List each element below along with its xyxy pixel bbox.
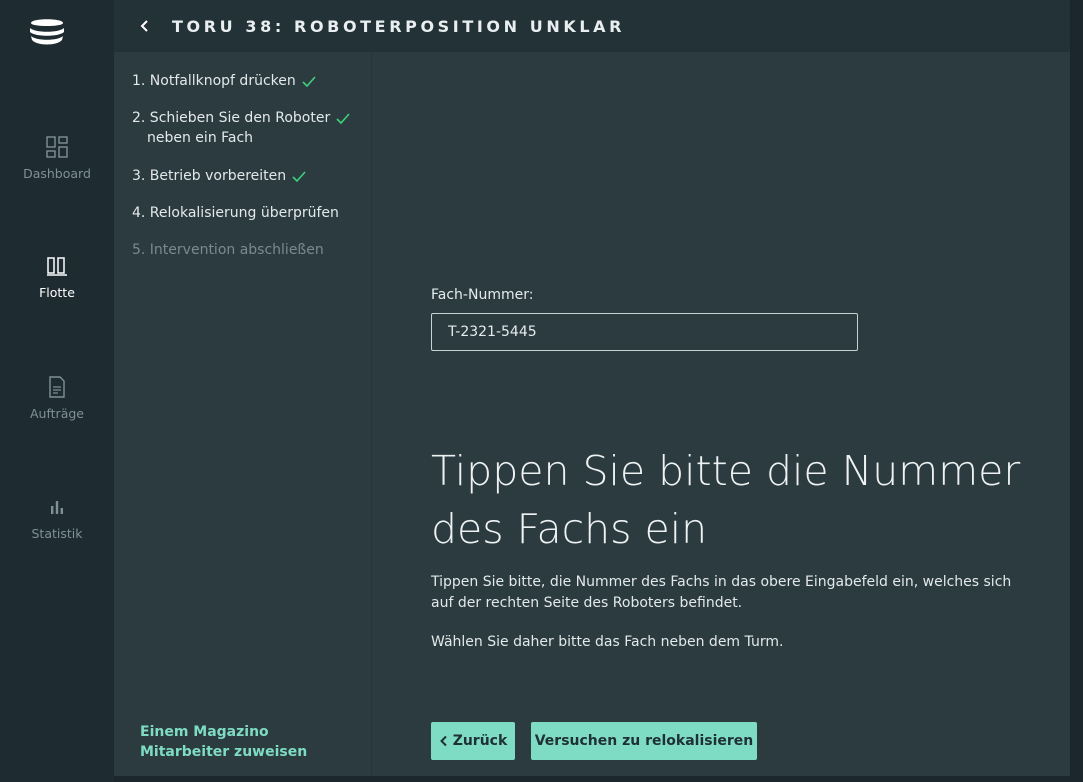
relocalize-button[interactable]: Versuchen zu relokalisieren — [531, 722, 757, 760]
window-edge — [1070, 0, 1083, 782]
assign-employee-link[interactable]: Einem Magazino Mitarbeiter zuweisen — [140, 722, 360, 762]
dashboard-icon — [46, 136, 68, 158]
nav-label-dashboard: Dashboard — [23, 166, 91, 181]
fach-number-input[interactable] — [431, 313, 858, 351]
step-label-line2: neben ein Fach — [147, 130, 254, 146]
main-content: Fach-Nummer: Tippen Sie bitte die Nummer… — [372, 52, 1070, 776]
bar-chart-icon — [51, 501, 63, 514]
step-label-line1: 2. Schieben Sie den Roboter — [132, 110, 331, 126]
instruction-hint: Wählen Sie daher bitte das Fach neben de… — [431, 634, 784, 650]
step-label: 5. Intervention abschließen — [132, 242, 324, 258]
nav-item-auftraege[interactable]: Aufträge — [0, 376, 114, 421]
fleet-icon — [47, 257, 67, 276]
step-label: 3. Betrieb vorbereiten — [132, 168, 287, 184]
step-label: 1. Notfallknopf drücken — [132, 73, 296, 89]
nav-item-statistik[interactable]: Statistik — [0, 496, 114, 541]
step-3: 3. Betrieb vorbereiten — [132, 166, 364, 186]
instruction-text: Tippen Sie bitte, die Nummer des Fachs i… — [431, 574, 1012, 611]
nav-rail: Dashboard Flotte Aufträge Statistik — [0, 0, 114, 782]
step-5: 5. Intervention abschließen — [132, 240, 364, 260]
checkmark-icon — [336, 113, 350, 124]
checkmark-icon — [302, 76, 316, 87]
chevron-left-icon — [439, 735, 447, 747]
back-button-label: Zurück — [452, 733, 508, 749]
magazino-logo-icon[interactable] — [27, 14, 67, 50]
nav-label-auftraege: Aufträge — [30, 406, 84, 421]
instruction-headline: Tippen Sie bitte die Nummer des Fachs ei… — [431, 447, 1021, 553]
step-2: 2. Schieben Sie den Roboter neben ein Fa… — [132, 108, 364, 148]
nav-label-statistik: Statistik — [31, 526, 83, 541]
nav-item-flotte[interactable]: Flotte — [0, 255, 114, 300]
nav-item-dashboard[interactable]: Dashboard — [0, 136, 114, 181]
window-edge — [114, 776, 1083, 782]
chevron-left-icon[interactable] — [138, 19, 152, 33]
document-icon — [49, 376, 65, 398]
app-window: Dashboard Flotte Aufträge Statistik TORU… — [0, 0, 1083, 782]
back-button[interactable]: Zurück — [431, 722, 515, 760]
page-header: TORU 38: ROBOTERPOSITION UNKLAR — [114, 0, 1070, 52]
fach-number-label: Fach-Nummer: — [431, 287, 534, 303]
step-4: 4. Relokalisierung überprüfen — [132, 203, 364, 223]
page-title: TORU 38: ROBOTERPOSITION UNKLAR — [172, 16, 626, 36]
nav-label-flotte: Flotte — [39, 285, 75, 300]
checkmark-icon — [292, 171, 306, 182]
steps-panel: 1. Notfallknopf drücken 2. Schieben Sie … — [114, 52, 371, 776]
step-1: 1. Notfallknopf drücken — [132, 71, 364, 91]
step-label: 4. Relokalisierung überprüfen — [132, 205, 339, 221]
